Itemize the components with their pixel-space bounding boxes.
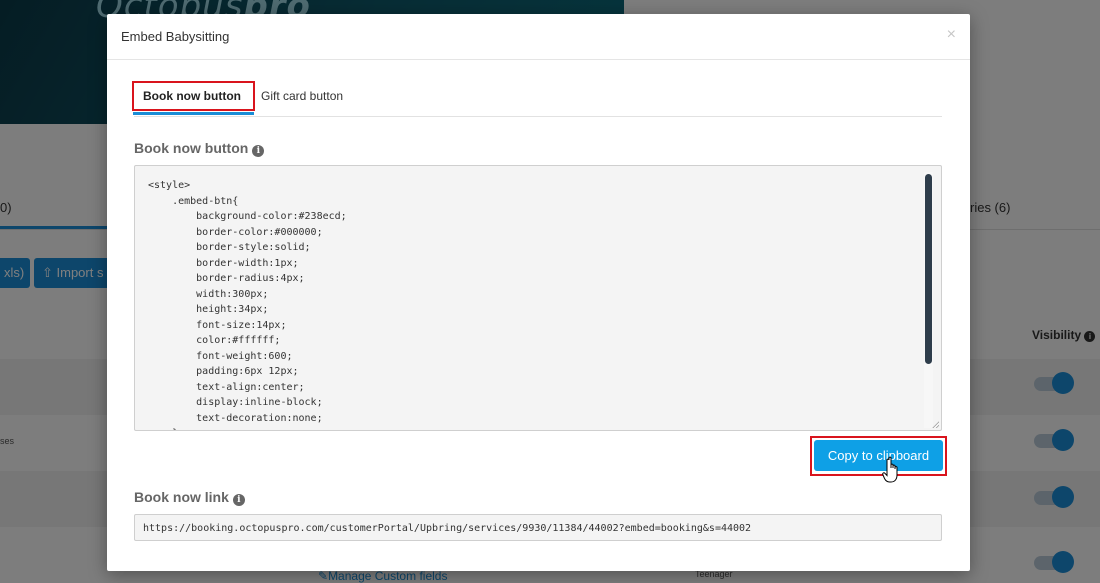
tab-gift-card-button[interactable]: Gift card button [261,81,371,115]
copy-to-clipboard-button[interactable]: Copy to clipboard [814,440,943,471]
tab-label: Book now button [143,89,241,103]
embed-tabs: Book now button Gift card button [132,81,942,117]
embed-code-textarea[interactable]: <style> .embed-btn{ background-color:#23… [134,165,942,431]
resize-handle-icon[interactable] [932,421,939,428]
link-section-label: Book now link i [134,489,245,506]
tab-book-now-button[interactable]: Book now button [132,81,255,115]
info-icon[interactable]: i [252,145,265,157]
embed-modal: Embed Babysitting × Book now button Gift… [107,14,970,571]
close-icon[interactable]: × [947,26,956,44]
code-section-label: Book now button i [134,140,265,157]
modal-header: Embed Babysitting × [107,14,970,60]
hand-cursor-icon [882,456,898,483]
active-tab-indicator [133,112,254,115]
scrollbar-thumb[interactable] [925,174,932,364]
booking-link-field[interactable]: https://booking.octopuspro.com/customerP… [134,514,942,541]
info-icon[interactable]: i [232,494,245,506]
modal-title: Embed Babysitting [121,29,230,44]
tab-label: Gift card button [261,89,344,103]
embed-code: <style> .embed-btn{ background-color:#23… [148,180,347,430]
booking-link-url: https://booking.octopuspro.com/customerP… [143,523,752,534]
